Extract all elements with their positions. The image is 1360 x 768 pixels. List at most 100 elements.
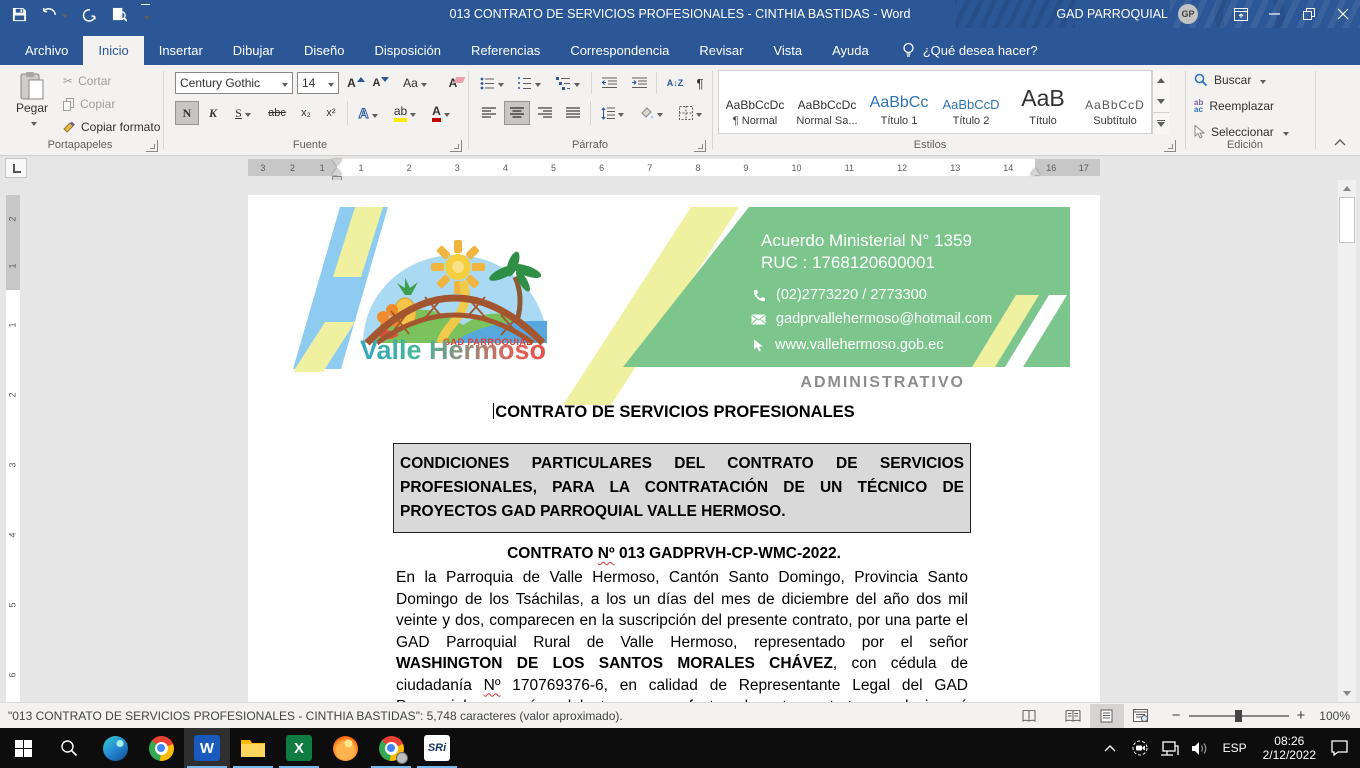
- sort-button[interactable]: A↓Z: [661, 72, 689, 94]
- font-size-combo[interactable]: 14: [297, 72, 339, 94]
- decrease-indent-button[interactable]: [596, 72, 622, 94]
- hanging-indent-marker[interactable]: [332, 168, 342, 175]
- taskbar-sri[interactable]: SRi: [414, 728, 460, 768]
- scrollbar-thumb[interactable]: [1339, 197, 1355, 243]
- language-indicator[interactable]: ESP: [1215, 728, 1255, 768]
- vertical-scrollbar[interactable]: [1338, 180, 1356, 702]
- contract-body-paragraph[interactable]: En la Parroquia de Valle Hermoso, Cantón…: [396, 567, 968, 702]
- tab-inicio[interactable]: Inicio: [83, 36, 143, 65]
- font-dialog-launcher[interactable]: [450, 140, 462, 152]
- paragraph-dialog-launcher[interactable]: [694, 140, 706, 152]
- style-titulo-1[interactable]: AaBbCc Título 1: [863, 71, 935, 133]
- network-icon[interactable]: [1155, 728, 1185, 768]
- multilevel-list-button[interactable]: [550, 72, 586, 94]
- tab-insertar[interactable]: Insertar: [144, 36, 218, 65]
- paste-dropdown[interactable]: [28, 115, 37, 129]
- taskbar-word-active[interactable]: W: [184, 728, 230, 768]
- print-preview-button[interactable]: [112, 7, 127, 22]
- redo-button[interactable]: [82, 7, 98, 22]
- font-color-button[interactable]: A: [426, 101, 456, 125]
- clear-formatting-button[interactable]: A: [440, 72, 466, 94]
- zoom-in-button[interactable]: +: [1297, 707, 1306, 724]
- tab-dibujar[interactable]: Dibujar: [218, 36, 289, 65]
- bullets-button[interactable]: [476, 72, 508, 94]
- close-button[interactable]: [1326, 0, 1360, 28]
- right-indent-marker[interactable]: [1030, 168, 1040, 175]
- tell-me-box[interactable]: ¿Qué desea hacer?: [902, 36, 1038, 65]
- taskbar-search-button[interactable]: [46, 728, 92, 768]
- styles-dialog-launcher[interactable]: [1164, 140, 1176, 152]
- grow-font-button[interactable]: A: [344, 72, 368, 94]
- undo-dropdown[interactable]: [59, 5, 68, 23]
- volume-icon[interactable]: [1185, 728, 1215, 768]
- format-painter-button[interactable]: Copiar formato: [62, 119, 161, 135]
- underline-button[interactable]: S: [227, 101, 259, 125]
- style-normal-sa[interactable]: AaBbCcDc Normal Sa...: [791, 71, 863, 133]
- contract-number-heading[interactable]: CONTRATO Nº 013 GADPRVH-CP-WMC-2022.: [248, 545, 1100, 563]
- styles-gallery-more-button[interactable]: [1153, 112, 1169, 134]
- save-button[interactable]: [12, 7, 27, 22]
- replace-button[interactable]: ab ac Reemplazar: [1194, 99, 1274, 113]
- tab-archivo[interactable]: Archivo: [10, 36, 83, 65]
- taskbar-chrome[interactable]: [138, 728, 184, 768]
- taskbar-firefox[interactable]: [322, 728, 368, 768]
- taskbar-excel[interactable]: X: [276, 728, 322, 768]
- line-spacing-button[interactable]: [596, 101, 628, 125]
- conditions-box[interactable]: CONDICIONES PARTICULARES DEL CONTRATO DE…: [393, 443, 971, 533]
- document-page[interactable]: Acuerdo Ministerial N° 1359 RUC : 176812…: [248, 195, 1100, 702]
- web-layout-button[interactable]: [1124, 704, 1158, 728]
- styles-scroll-down-button[interactable]: [1153, 91, 1169, 112]
- meet-now-icon[interactable]: [1125, 728, 1155, 768]
- justify-button[interactable]: [560, 101, 586, 125]
- italic-button[interactable]: K: [201, 101, 225, 125]
- copy-button[interactable]: Copiar: [62, 96, 116, 112]
- cut-button[interactable]: ✂Cortar: [62, 73, 112, 89]
- shading-button[interactable]: [634, 101, 668, 125]
- paste-button[interactable]: Pegar: [10, 71, 54, 129]
- minimize-button[interactable]: [1258, 0, 1292, 28]
- action-center-button[interactable]: [1324, 728, 1354, 768]
- vertical-ruler[interactable]: 21 123456: [6, 195, 20, 702]
- tab-diseno[interactable]: Diseño: [289, 36, 359, 65]
- find-button[interactable]: Buscar: [1194, 73, 1266, 87]
- taskbar-chrome-2[interactable]: [368, 728, 414, 768]
- align-center-button[interactable]: [504, 101, 530, 125]
- zoom-slider[interactable]: [1189, 715, 1289, 717]
- highlight-color-button[interactable]: ab: [388, 101, 422, 125]
- style-normal[interactable]: AaBbCcDc ¶ Normal: [719, 71, 791, 133]
- style-subtitulo[interactable]: AaBbCcD Subtítulo: [1079, 71, 1151, 133]
- shrink-font-button[interactable]: A: [370, 72, 392, 94]
- print-layout-button[interactable]: [1090, 704, 1124, 728]
- change-case-button[interactable]: Aa: [398, 72, 432, 94]
- select-button[interactable]: Seleccionar: [1194, 125, 1289, 139]
- tab-vista[interactable]: Vista: [758, 36, 817, 65]
- customize-qat-dropdown[interactable]: [141, 4, 150, 25]
- taskbar-file-explorer[interactable]: [230, 728, 276, 768]
- show-hidden-icons-button[interactable]: [1095, 728, 1125, 768]
- style-titulo[interactable]: AaB Título: [1007, 71, 1079, 133]
- borders-button[interactable]: [672, 101, 708, 125]
- zoom-out-button[interactable]: −: [1172, 707, 1181, 724]
- collapse-ribbon-button[interactable]: [1328, 133, 1352, 151]
- align-right-button[interactable]: [532, 101, 558, 125]
- style-titulo-2[interactable]: AaBbCcD Título 2: [935, 71, 1007, 133]
- scroll-up-button[interactable]: [1338, 180, 1356, 197]
- numbering-button[interactable]: [512, 72, 546, 94]
- clock[interactable]: 08:26 2/12/2022: [1255, 734, 1324, 762]
- account-avatar[interactable]: GP: [1178, 4, 1198, 24]
- increase-indent-button[interactable]: [626, 72, 652, 94]
- subscript-button[interactable]: x₂: [294, 101, 318, 125]
- tab-correspondencia[interactable]: Correspondencia: [555, 36, 684, 65]
- first-line-indent-marker[interactable]: [332, 159, 342, 166]
- clipboard-dialog-launcher[interactable]: [146, 140, 158, 152]
- tab-referencias[interactable]: Referencias: [456, 36, 555, 65]
- horizontal-ruler[interactable]: 321 1234567891011121314 1617: [248, 159, 1100, 176]
- restore-button[interactable]: [1292, 0, 1326, 28]
- start-button[interactable]: [0, 728, 46, 768]
- tab-disposicion[interactable]: Disposición: [359, 36, 455, 65]
- tab-ayuda[interactable]: Ayuda: [817, 36, 884, 65]
- document-title[interactable]: CONTRATO DE SERVICIOS PROFESIONALES: [248, 403, 1100, 422]
- taskbar-edge[interactable]: [92, 728, 138, 768]
- align-left-button[interactable]: [476, 101, 502, 125]
- scroll-down-button[interactable]: [1338, 685, 1356, 702]
